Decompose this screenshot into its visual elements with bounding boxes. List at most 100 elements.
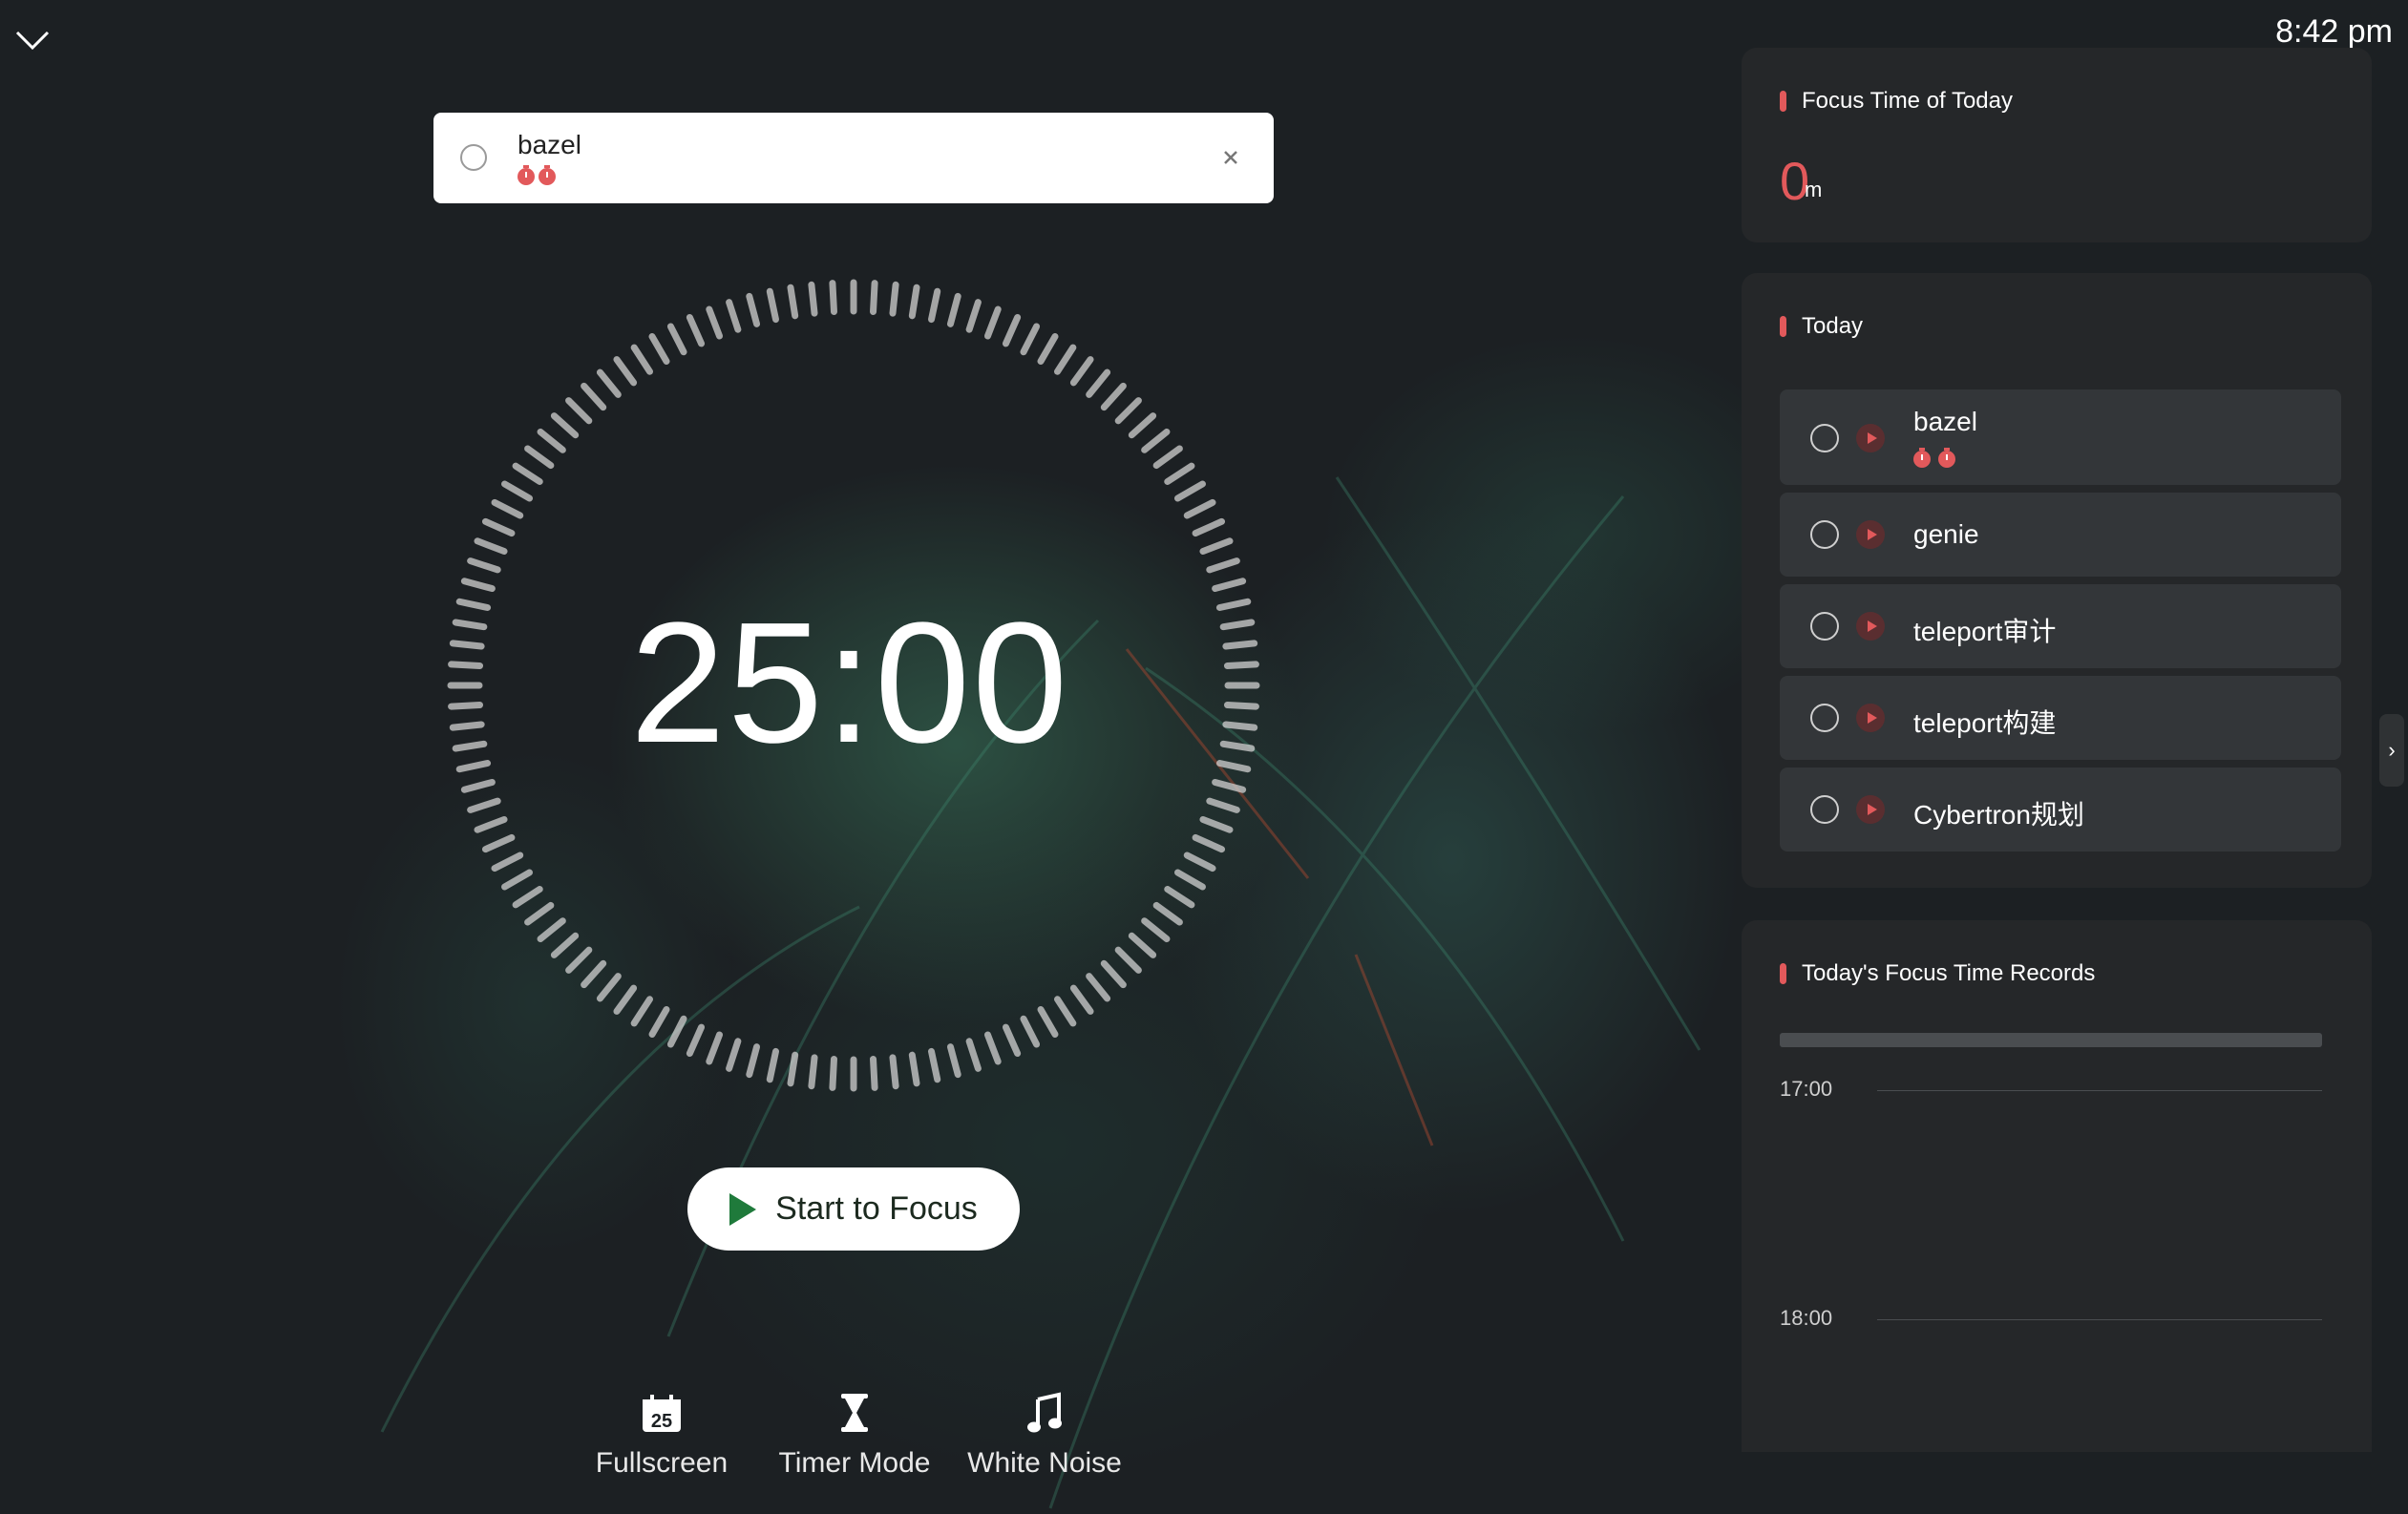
task-checkbox[interactable] [1810, 795, 1839, 824]
timeline-gridline [1877, 1319, 2322, 1320]
focus-time-panel: Focus Time of Today 0 m [1742, 48, 2372, 242]
ring-tick [1212, 578, 1247, 593]
task-row[interactable]: genie [1780, 493, 2341, 577]
ring-tick [1152, 901, 1183, 926]
fullscreen-label: Fullscreen [595, 1447, 729, 1479]
ring-tick [1114, 397, 1142, 425]
ring-tick [1020, 323, 1041, 356]
task-row[interactable]: Cybertron规划 [1780, 768, 2341, 852]
white-noise-button[interactable]: White Noise [966, 1384, 1123, 1480]
ring-tick [491, 498, 524, 519]
task-name: teleport审计 [1913, 617, 2057, 646]
svg-text:25: 25 [651, 1411, 672, 1432]
ring-tick [1152, 445, 1183, 470]
ring-tick [481, 517, 516, 537]
task-row[interactable]: bazel [1780, 389, 2341, 485]
play-task-icon[interactable] [1856, 520, 1885, 549]
task-name: Cybertron规划 [1913, 800, 2084, 830]
ring-tick [501, 480, 534, 502]
task-checkbox[interactable] [1810, 520, 1839, 549]
ring-tick [448, 702, 484, 710]
calendar-icon: 25 [643, 1395, 681, 1432]
ring-tick [613, 984, 638, 1015]
ring-tick [983, 1031, 1002, 1065]
ring-tick [1086, 368, 1111, 398]
ring-tick [1164, 885, 1195, 909]
ring-tick [1069, 356, 1094, 387]
timer-mode-button[interactable]: Timer Mode [773, 1384, 936, 1480]
task-row[interactable]: teleport审计 [1780, 584, 2341, 668]
side-panel-toggle[interactable]: › [2379, 714, 2404, 787]
ring-tick [1206, 557, 1240, 574]
ring-tick [829, 280, 837, 316]
ring-tick [870, 1055, 878, 1091]
ring-tick [1053, 996, 1077, 1027]
clock-time: 8:42 pm [2275, 13, 2393, 50]
ring-tick [630, 996, 654, 1027]
ring-tick [455, 598, 492, 611]
pomodoro-icon [518, 165, 535, 185]
collapse-chevron-icon[interactable] [13, 23, 52, 57]
ring-tick [908, 284, 920, 320]
ring-tick [1037, 333, 1059, 366]
ring-tick [481, 833, 516, 853]
ring-tick [1002, 1023, 1022, 1058]
pomodoro-icon [539, 165, 556, 185]
task-checkbox[interactable] [1810, 424, 1839, 452]
records-title: Today's Focus Time Records [1802, 960, 2096, 986]
task-checkbox[interactable] [1810, 704, 1839, 732]
accent-bar [1780, 91, 1786, 112]
timer-mode-label: Timer Mode [778, 1447, 931, 1479]
ring-tick [1222, 640, 1258, 650]
ring-tick [613, 356, 638, 387]
ring-tick [449, 721, 485, 731]
pomodoro-icon [1938, 448, 1955, 468]
task-name: genie [1913, 519, 1979, 549]
ring-tick [1222, 721, 1258, 731]
ring-tick [1206, 797, 1240, 813]
ring-tick [870, 280, 878, 316]
play-icon [729, 1192, 757, 1226]
ring-tick [565, 946, 593, 974]
task-row[interactable]: teleport构建 [1780, 676, 2341, 760]
ring-tick [946, 1043, 961, 1079]
accent-bar [1780, 963, 1786, 984]
ring-tick [1173, 869, 1206, 891]
ring-tick [1086, 973, 1111, 1002]
ring-tick [1219, 740, 1256, 752]
ring-tick [565, 397, 593, 425]
ring-tick [1020, 1015, 1041, 1048]
task-complete-checkbox[interactable] [460, 144, 487, 171]
ring-tick [537, 917, 566, 943]
ring-tick [524, 445, 555, 470]
pomodoro-icon [1913, 448, 1931, 468]
ring-tick [889, 1054, 899, 1090]
fullscreen-button[interactable]: 25 Fullscreen [590, 1384, 733, 1480]
ring-tick [1192, 517, 1226, 537]
start-focus-button[interactable]: Start to Focus [687, 1167, 1020, 1251]
play-task-icon[interactable] [1856, 795, 1885, 824]
ring-tick [1223, 702, 1259, 710]
timer-display: 25:00 [629, 587, 1070, 779]
ring-tick [596, 973, 622, 1002]
close-icon[interactable] [1216, 143, 1245, 172]
task-checkbox[interactable] [1810, 612, 1839, 641]
ring-tick [491, 852, 524, 873]
pomodoro-count [1913, 448, 1955, 468]
current-task-card[interactable]: bazel [433, 113, 1274, 203]
ring-tick [965, 299, 982, 333]
ring-tick [1183, 498, 1216, 519]
ring-tick [666, 323, 687, 356]
current-task-name: bazel [518, 130, 581, 159]
play-task-icon[interactable] [1856, 612, 1885, 641]
ring-tick [1215, 598, 1252, 611]
ring-tick [1223, 661, 1259, 669]
ring-tick [630, 344, 654, 375]
play-task-icon[interactable] [1856, 704, 1885, 732]
ring-tick [501, 869, 534, 891]
ring-tick [889, 281, 899, 317]
ring-tick [1212, 778, 1247, 793]
play-task-icon[interactable] [1856, 424, 1885, 452]
ring-tick [686, 313, 706, 347]
focus-time-unit: m [1805, 178, 1823, 201]
